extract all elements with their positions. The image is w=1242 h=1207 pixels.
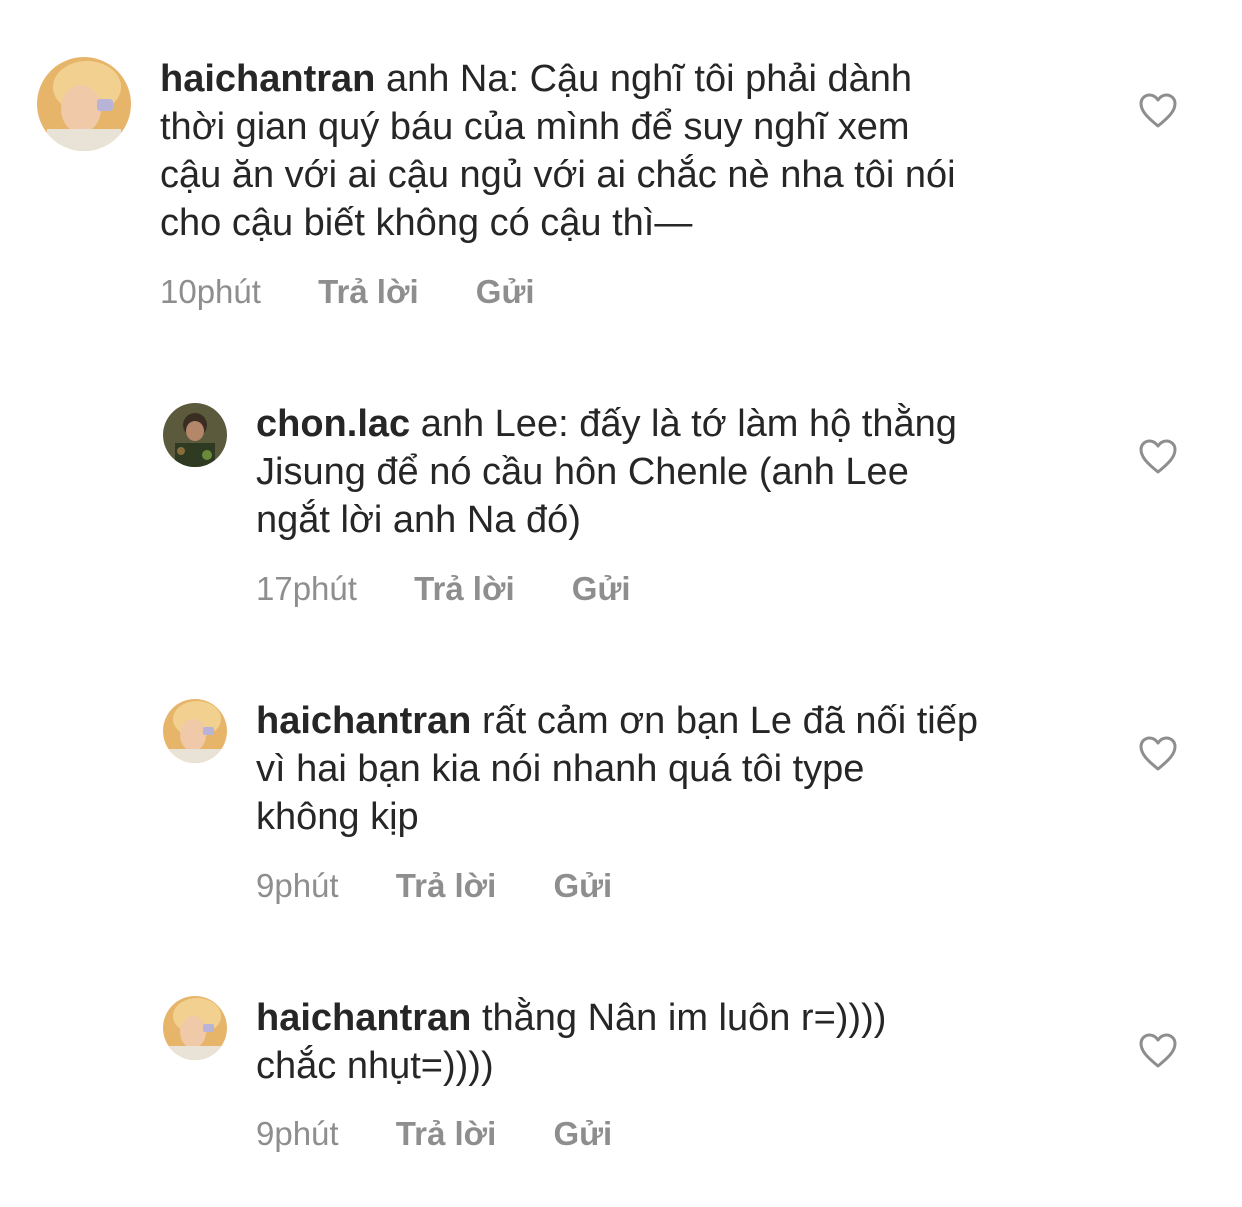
comment-username[interactable]: haichantran <box>256 997 471 1039</box>
send-button[interactable]: Gửi <box>572 570 631 607</box>
comment-time: 17phút <box>256 570 357 607</box>
reply-item: haichantran rất cảm ơn bạn Le đã nối tiế… <box>0 677 1242 937</box>
heart-outline-icon[interactable] <box>1138 734 1178 774</box>
reply-button[interactable]: Trả lời <box>396 867 497 904</box>
comment-meta: 17phút Trả lời Gửi <box>256 570 631 608</box>
comment-text: haichantran thằng Nân im luôn r=)))) chắ… <box>256 994 1156 1090</box>
comment-time: 10phút <box>160 273 261 310</box>
comment-username[interactable]: chon.lac <box>256 403 410 445</box>
comment-meta: 9phút Trả lời Gửi <box>256 867 612 905</box>
heart-outline-icon[interactable] <box>1138 1031 1178 1071</box>
reply-button[interactable]: Trả lời <box>318 273 419 310</box>
heart-outline-icon[interactable] <box>1138 91 1178 131</box>
comment-text: chon.lac anh Lee: đấy là tớ làm hộ thằng… <box>256 400 1156 544</box>
avatar[interactable] <box>163 403 227 467</box>
comment-meta: 9phút Trả lời Gửi <box>256 1115 612 1153</box>
comment-text: haichantran rất cảm ơn bạn Le đã nối tiế… <box>256 697 1156 841</box>
comment-text: haichantran anh Na: Cậu nghĩ tôi phải dà… <box>160 55 1160 247</box>
send-button[interactable]: Gửi <box>476 273 535 310</box>
comment-username[interactable]: haichantran <box>256 700 471 742</box>
comment-username[interactable]: haichantran <box>160 58 375 100</box>
comment-item: haichantran anh Na: Cậu nghĩ tôi phải dà… <box>0 0 1242 330</box>
comment-meta: 10phút Trả lời Gửi <box>160 273 535 311</box>
reply-button[interactable]: Trả lời <box>396 1115 497 1152</box>
send-button[interactable]: Gửi <box>553 867 612 904</box>
avatar[interactable] <box>163 699 227 763</box>
reply-item: haichantran thằng Nân im luôn r=)))) chắ… <box>0 975 1242 1195</box>
reply-button[interactable]: Trả lời <box>414 570 515 607</box>
heart-outline-icon[interactable] <box>1138 437 1178 477</box>
comment-time: 9phút <box>256 867 339 904</box>
reply-item: chon.lac anh Lee: đấy là tớ làm hộ thằng… <box>0 380 1242 630</box>
avatar[interactable] <box>163 996 227 1060</box>
avatar[interactable] <box>37 57 131 151</box>
send-button[interactable]: Gửi <box>553 1115 612 1152</box>
comment-time: 9phút <box>256 1115 339 1152</box>
